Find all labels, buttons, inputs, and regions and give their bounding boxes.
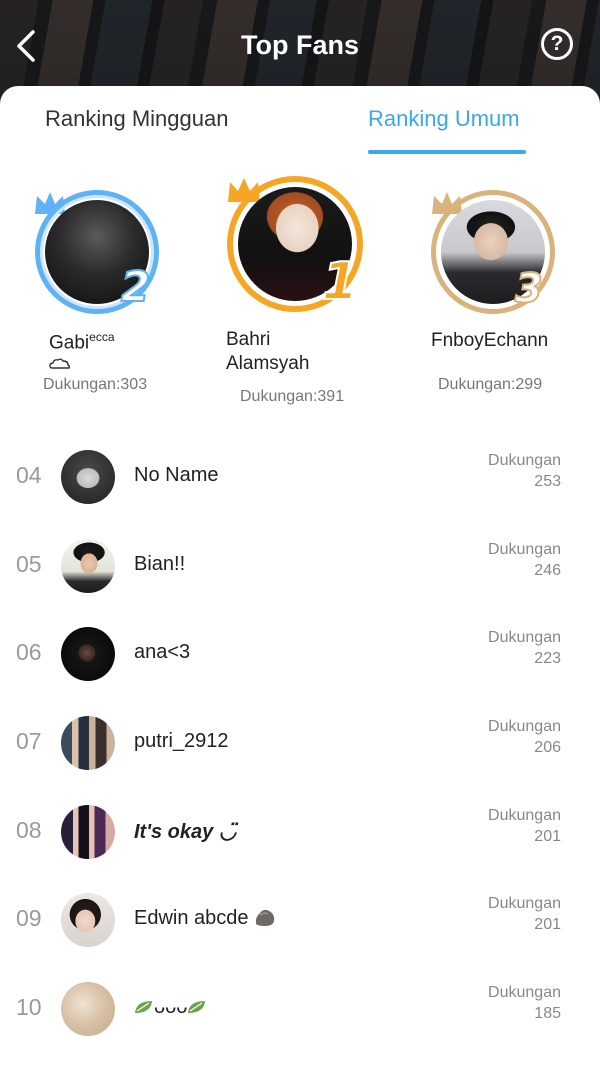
support-label: Dukungan: [488, 541, 561, 558]
fan-name: It's okay ◡̈: [134, 821, 237, 843]
support-label: Dukungan: [488, 452, 561, 469]
rank-number: 1: [321, 251, 359, 313]
support-value: 201: [534, 828, 561, 845]
rank-number: 07: [16, 728, 42, 754]
podium-support: Dukungan:391: [240, 388, 345, 405]
fan-name: ana<3: [134, 641, 191, 663]
list-item[interactable]: 05 Bian!! Dukungan 246: [0, 523, 600, 611]
help-icon[interactable]: ?: [541, 28, 573, 60]
fan-name: ᴗᴗᴗ: [134, 996, 207, 1019]
list-item[interactable]: 06 ana<3 Dukungan 223: [0, 611, 600, 699]
list-item[interactable]: 07 putri_2912 Dukungan 206: [0, 700, 600, 788]
support-label: Dukungan: [488, 629, 561, 646]
fan-name: putri_2912: [134, 730, 229, 752]
list-item[interactable]: 04 No Name Dukungan 253: [0, 434, 600, 522]
fan-name: Edwin abcde: [134, 907, 276, 930]
avatar: [61, 805, 115, 859]
rank-number: 06: [16, 639, 42, 665]
rank-number: 05: [16, 551, 42, 577]
list-item[interactable]: 09 Edwin abcde Dukungan 201: [0, 877, 600, 965]
top-fans-panel: Ranking Mingguan Ranking Umum 2 Gabiecca…: [0, 86, 600, 1065]
fan-name: Bian!!: [134, 553, 186, 575]
tab-weekly-ranking[interactable]: Ranking Mingguan: [45, 106, 228, 132]
avatar: [61, 893, 115, 947]
rank-number: 08: [16, 817, 42, 843]
podium-name: Gabiecca: [49, 330, 115, 376]
active-tab-indicator: [368, 150, 526, 154]
podium-name: FnboyEchann: [431, 330, 549, 351]
back-button[interactable]: [12, 28, 40, 64]
support-value: 223: [534, 650, 561, 667]
leaf-icon: [188, 1001, 206, 1013]
rank-number: 10: [16, 994, 42, 1020]
avatar: [61, 982, 115, 1036]
list-item[interactable]: 08 It's okay ◡̈ Dukungan 201: [0, 789, 600, 877]
support-label: Dukungan: [488, 718, 561, 735]
fan-name: No Name: [134, 464, 219, 486]
podium-support: Dukungan:303: [43, 376, 148, 393]
support-value: 246: [534, 562, 561, 579]
support-label: Dukungan: [488, 895, 561, 912]
avatar: [61, 627, 115, 681]
leaf-icon: [135, 1001, 152, 1013]
rank-number: 3: [514, 265, 544, 313]
page-title: Top Fans: [241, 30, 359, 60]
chevron-left-icon: [17, 30, 35, 62]
support-value: 185: [534, 1005, 561, 1022]
support-value: 201: [534, 916, 561, 933]
avatar: [61, 450, 115, 504]
cloud-icon: [49, 358, 71, 370]
support-label: Dukungan: [488, 807, 561, 824]
tab-general-ranking[interactable]: Ranking Umum: [368, 106, 520, 132]
support-value: 206: [534, 739, 561, 756]
support-value: 253: [534, 473, 561, 490]
avatar: [61, 716, 115, 770]
podium-support: Dukungan:299: [438, 376, 543, 393]
support-label: Dukungan: [488, 984, 561, 1001]
list-item[interactable]: 10 ᴗᴗᴗ Dukungan 185: [0, 966, 600, 1054]
avatar: [61, 539, 115, 593]
rank-number: 09: [16, 905, 42, 931]
rank-number: 2: [120, 261, 151, 312]
rank-number: 04: [16, 462, 42, 488]
rock-icon: [255, 909, 275, 926]
podium-name: Bahri Alamsyah: [226, 329, 310, 374]
